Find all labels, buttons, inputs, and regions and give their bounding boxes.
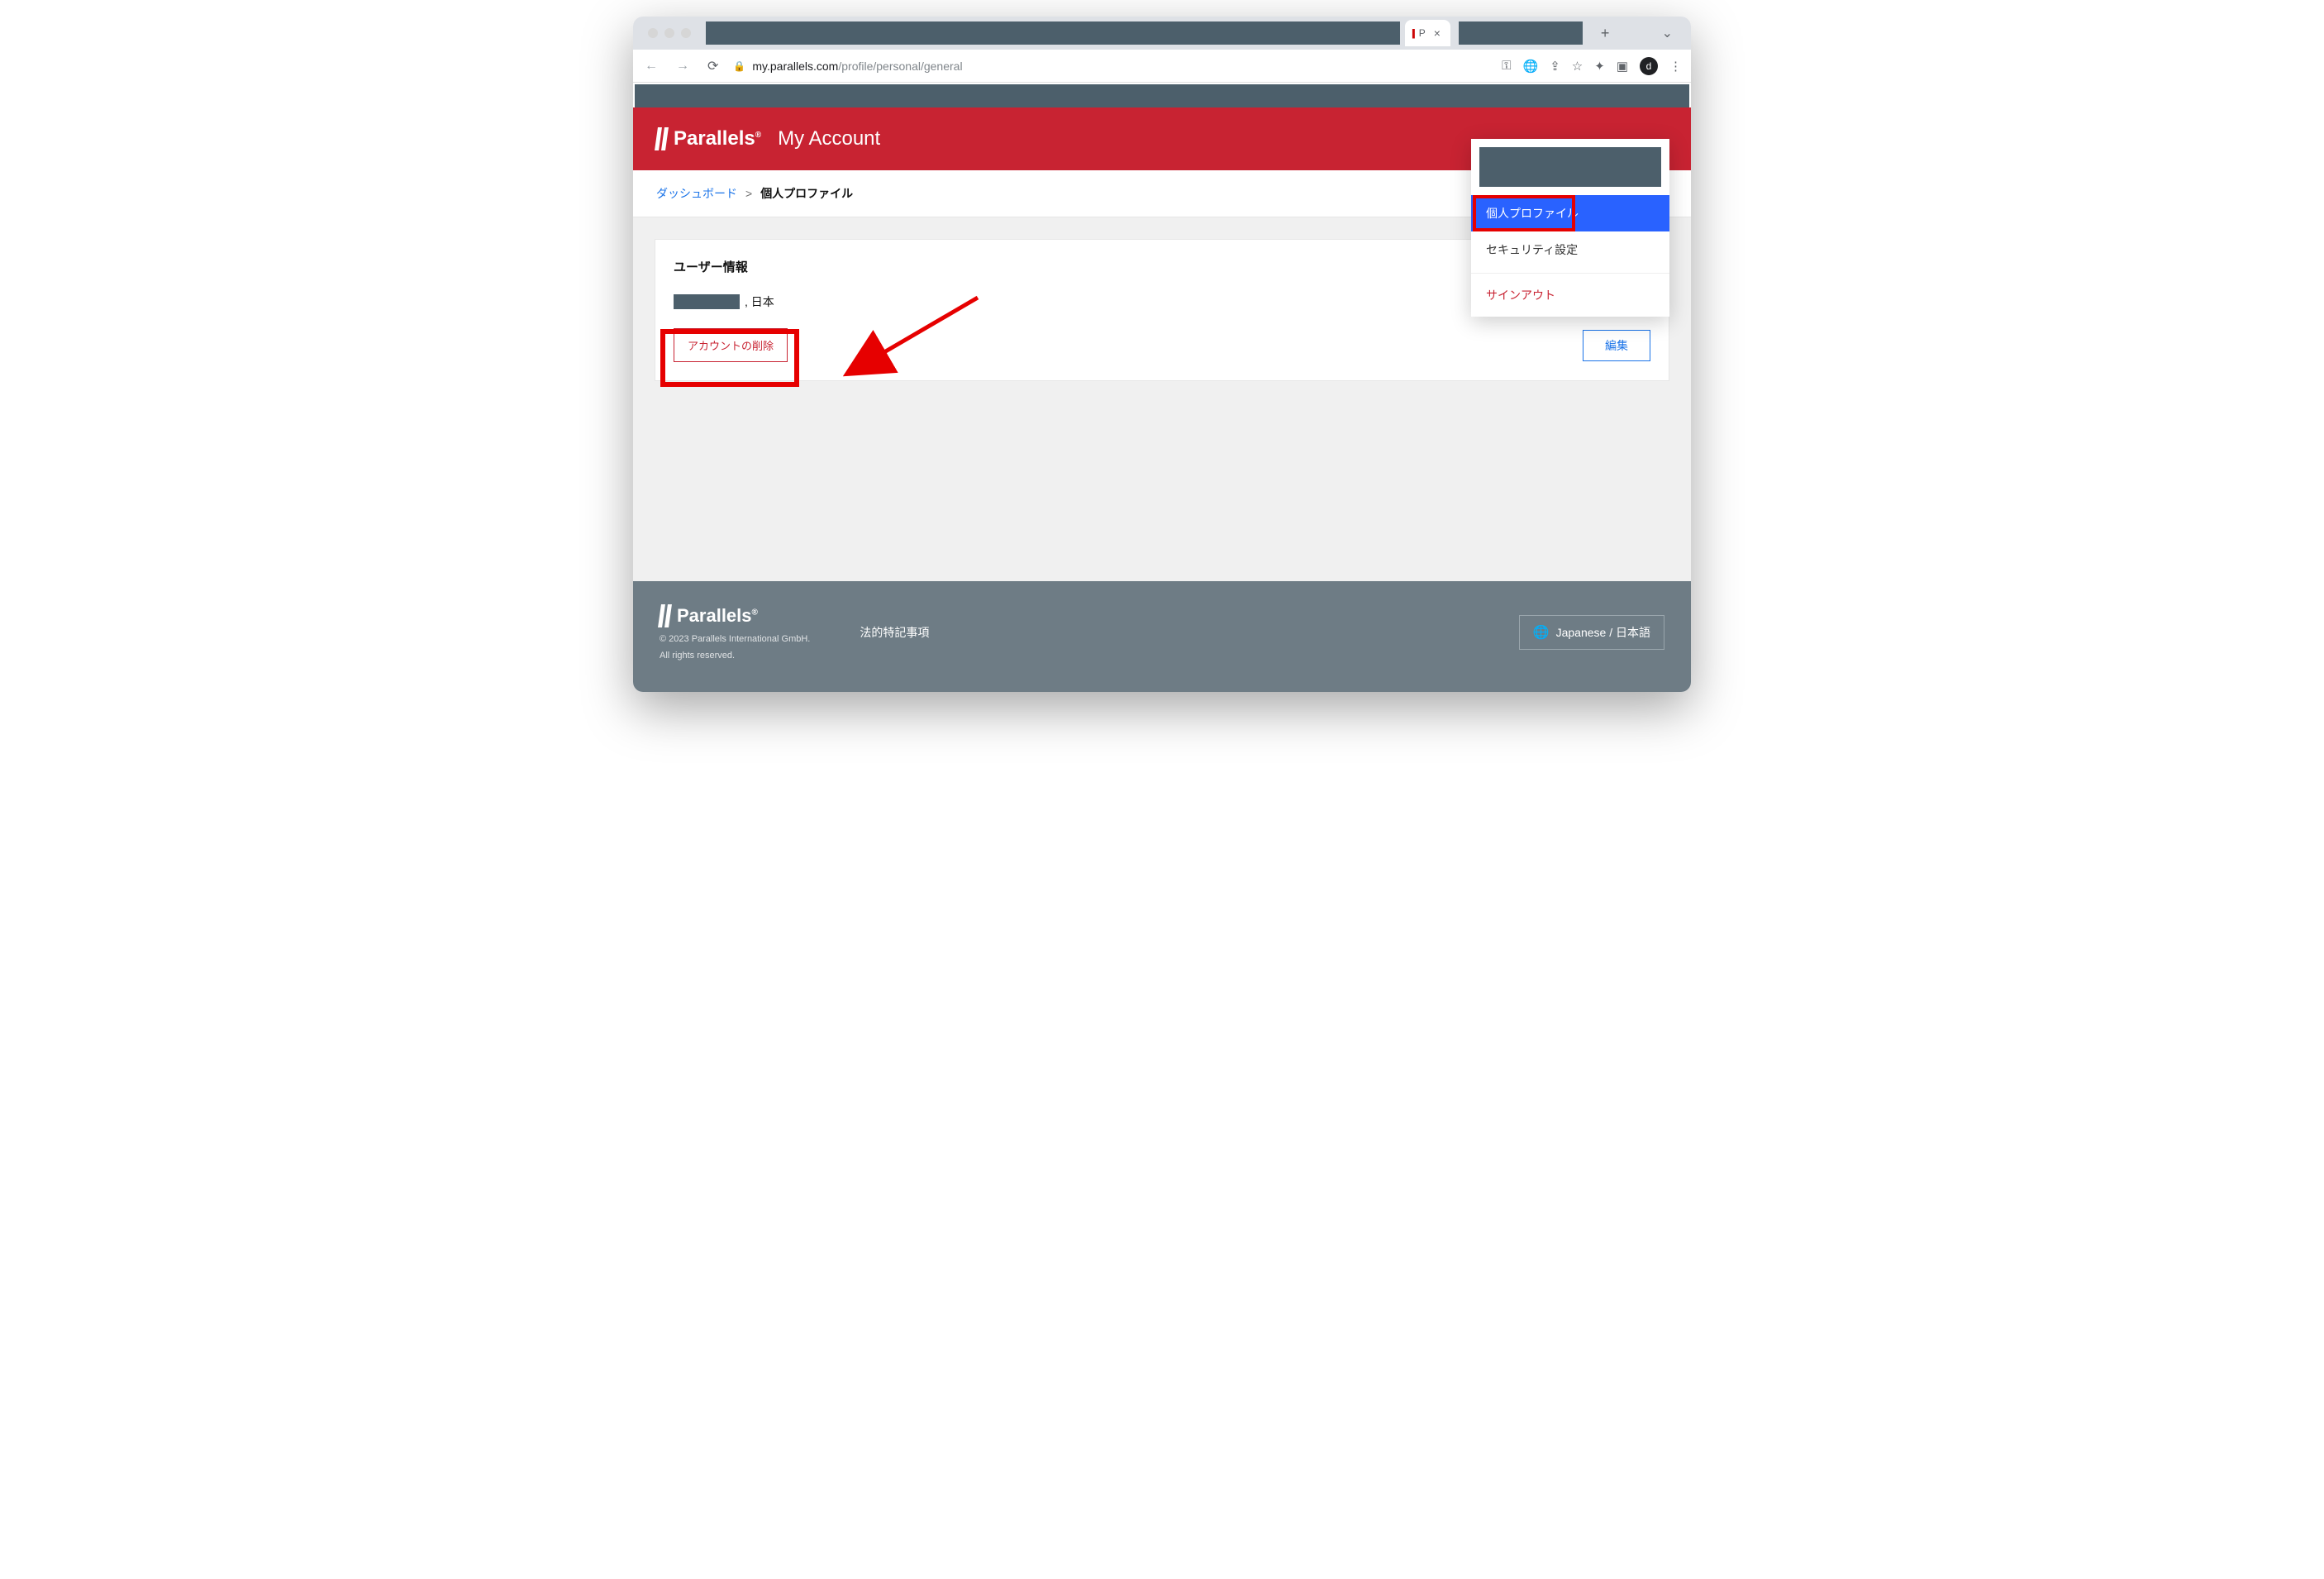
menu-item-security-settings[interactable]: セキュリティ設定 bbox=[1471, 231, 1669, 268]
share-icon[interactable]: ⇪ bbox=[1550, 59, 1560, 74]
active-tab[interactable]: || P × bbox=[1405, 20, 1450, 46]
footer: Parallels® © 2023 Parallels Internationa… bbox=[633, 581, 1691, 692]
parallels-logo[interactable]: Parallels® bbox=[656, 127, 761, 150]
edit-button[interactable]: 編集 bbox=[1583, 330, 1650, 361]
close-tab-icon[interactable]: × bbox=[1431, 26, 1444, 40]
globe-icon: 🌐 bbox=[1533, 624, 1550, 641]
footer-logo[interactable]: Parallels® bbox=[660, 604, 810, 627]
lock-icon: 🔒 bbox=[733, 60, 745, 72]
bookmark-icon[interactable]: ☆ bbox=[1572, 59, 1583, 74]
chevron-right-icon: > bbox=[745, 187, 752, 200]
tab-title: P bbox=[1419, 27, 1426, 39]
tab-masked-2 bbox=[1459, 21, 1583, 45]
menu-item-personal-profile[interactable]: 個人プロファイル bbox=[1471, 195, 1669, 231]
parallels-bars-icon bbox=[656, 127, 667, 150]
parallels-favicon-icon: || bbox=[1412, 27, 1414, 39]
browser-window: || P × + ⌄ ← → ⟳ 🔒 my.parallels.com/prof… bbox=[633, 17, 1691, 692]
minimize-window-dot[interactable] bbox=[664, 28, 674, 38]
breadcrumb-current: 個人プロファイル bbox=[760, 185, 853, 202]
key-icon[interactable]: ⚿ bbox=[1502, 59, 1511, 73]
menu-label: 個人プロファイル bbox=[1486, 207, 1579, 220]
page-spacer bbox=[633, 482, 1691, 581]
translate-icon[interactable]: 🌐 bbox=[1523, 59, 1539, 74]
breadcrumb-dashboard-link[interactable]: ダッシュボード bbox=[656, 185, 737, 202]
tab-bar: || P × + ⌄ bbox=[633, 17, 1691, 50]
language-label: Japanese / 日本語 bbox=[1556, 624, 1650, 641]
url-path: /profile/personal/general bbox=[838, 60, 962, 73]
language-selector[interactable]: 🌐 Japanese / 日本語 bbox=[1519, 615, 1664, 650]
page-title: My Account bbox=[778, 127, 880, 150]
address-field[interactable]: 🔒 my.parallels.com/profile/personal/gene… bbox=[733, 60, 1490, 73]
account-dropdown-menu: 個人プロファイル セキュリティ設定 サインアウト bbox=[1471, 139, 1669, 317]
menu-masked-user bbox=[1479, 147, 1661, 187]
url-host: my.parallels.com bbox=[752, 60, 838, 73]
maximize-window-dot[interactable] bbox=[681, 28, 691, 38]
footer-copyright: © 2023 Parallels International GmbH. bbox=[660, 634, 810, 644]
footer-rights: All rights reserved. bbox=[660, 651, 810, 661]
reload-button[interactable]: ⟳ bbox=[704, 55, 721, 78]
masked-username bbox=[674, 294, 740, 309]
sidepanel-icon[interactable]: ▣ bbox=[1617, 59, 1628, 74]
footer-logo-text: Parallels bbox=[677, 605, 752, 626]
delete-account-button[interactable]: アカウントの削除 bbox=[674, 328, 788, 362]
profile-avatar[interactable]: d bbox=[1640, 57, 1658, 75]
new-tab-button[interactable]: + bbox=[1593, 25, 1618, 42]
tab-dropdown-icon[interactable]: ⌄ bbox=[1650, 25, 1684, 41]
parallels-bars-icon bbox=[660, 604, 670, 627]
close-window-dot[interactable] bbox=[648, 28, 658, 38]
forward-button[interactable]: → bbox=[673, 55, 693, 77]
url-bar: ← → ⟳ 🔒 my.parallels.com/profile/persona… bbox=[633, 50, 1691, 83]
extensions-icon[interactable]: ✦ bbox=[1594, 59, 1605, 74]
window-controls bbox=[640, 28, 699, 38]
logo-text: Parallels bbox=[674, 127, 755, 150]
user-country: , 日本 bbox=[745, 293, 774, 310]
browser-menu-icon[interactable]: ⋮ bbox=[1669, 59, 1683, 74]
footer-legal-link[interactable]: 法的特記事項 bbox=[860, 624, 929, 641]
tab-masked bbox=[706, 21, 1400, 45]
back-button[interactable]: ← bbox=[641, 55, 661, 77]
masked-toolbar bbox=[635, 84, 1689, 107]
menu-item-sign-out[interactable]: サインアウト bbox=[1471, 273, 1669, 317]
